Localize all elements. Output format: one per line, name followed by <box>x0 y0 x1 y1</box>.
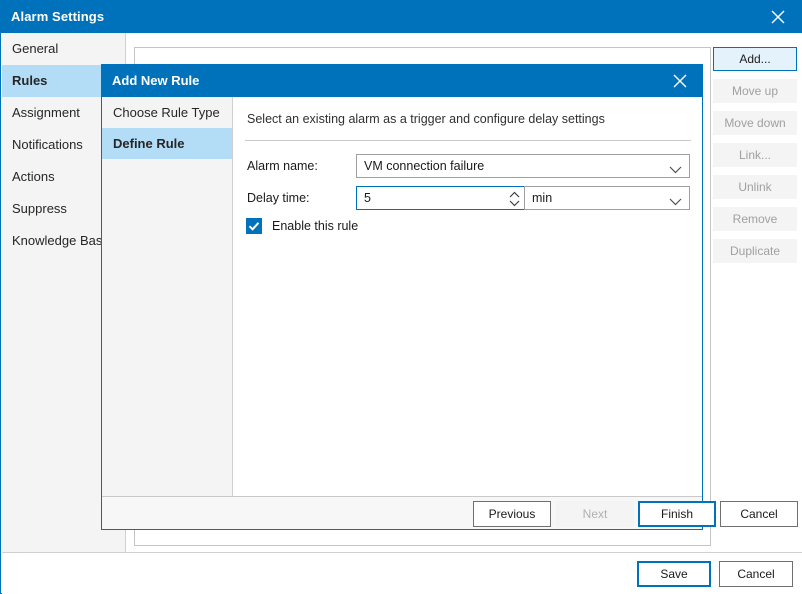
step-define-rule[interactable]: Define Rule <box>102 128 232 159</box>
dialog-description: Select an existing alarm as a trigger an… <box>247 112 605 126</box>
sidebar-item-general[interactable]: General <box>2 33 125 65</box>
sidebar-item-label: General <box>12 41 59 56</box>
dialog-cancel-button[interactable]: Cancel <box>720 501 798 527</box>
close-icon[interactable] <box>755 1 801 33</box>
delay-time-spinner[interactable]: 5 <box>356 186 528 210</box>
previous-button[interactable]: Previous <box>473 501 551 527</box>
finish-button[interactable]: Finish <box>638 501 716 527</box>
add-button[interactable]: Add... <box>713 47 797 71</box>
duplicate-button: Duplicate <box>713 239 797 263</box>
alarm-name-value: VM connection failure <box>364 159 485 173</box>
sidebar-item-label: Knowledge Base <box>12 233 110 248</box>
delay-unit-dropdown[interactable]: min <box>524 186 690 210</box>
move-down-button: Move down <box>713 111 797 135</box>
chevron-down-icon <box>669 163 682 177</box>
step-label: Choose Rule Type <box>113 105 220 120</box>
delay-time-value: 5 <box>364 191 371 205</box>
delay-unit-value: min <box>532 191 553 205</box>
remove-button: Remove <box>713 207 797 231</box>
dialog-title-bar: Add New Rule <box>102 65 702 97</box>
sidebar-item-label: Suppress <box>12 201 67 216</box>
link-button: Link... <box>713 143 797 167</box>
window-title-bar: Alarm Settings <box>1 1 801 33</box>
alarm-settings-window: Alarm Settings General Rules Assignment … <box>0 0 802 594</box>
rules-action-button-column: Add... Move up Move down Link... Unlink … <box>713 47 797 271</box>
enable-rule-label: Enable this rule <box>272 219 359 233</box>
step-label: Define Rule <box>113 136 185 151</box>
close-icon[interactable] <box>658 65 702 97</box>
spinner-arrows-icon[interactable] <box>508 190 521 208</box>
save-button[interactable]: Save <box>637 561 711 587</box>
chevron-down-icon <box>669 195 682 209</box>
add-new-rule-dialog: Add New Rule Choose Rule Type Define Rul… <box>101 64 798 530</box>
sidebar-item-label: Notifications <box>12 137 83 152</box>
cancel-button[interactable]: Cancel <box>719 561 793 587</box>
dialog-main-pane: Select an existing alarm as a trigger an… <box>233 97 702 529</box>
unlink-button: Unlink <box>713 175 797 199</box>
window-title: Alarm Settings <box>11 9 105 24</box>
dialog-title: Add New Rule <box>112 73 200 88</box>
sidebar-item-label: Rules <box>12 73 48 88</box>
delay-time-label: Delay time: <box>247 191 310 205</box>
alarm-name-label: Alarm name: <box>247 159 318 173</box>
dialog-step-list: Choose Rule Type Define Rule <box>102 97 233 529</box>
alarm-name-dropdown[interactable]: VM connection failure <box>356 154 690 178</box>
step-choose-rule-type[interactable]: Choose Rule Type <box>102 97 232 128</box>
enable-rule-checkbox[interactable] <box>246 218 262 234</box>
move-up-button: Move up <box>713 79 797 103</box>
sidebar-item-label: Actions <box>12 169 55 184</box>
sidebar-item-label: Assignment <box>12 105 80 120</box>
next-button: Next <box>556 501 634 527</box>
dialog-header-divider <box>245 140 691 141</box>
